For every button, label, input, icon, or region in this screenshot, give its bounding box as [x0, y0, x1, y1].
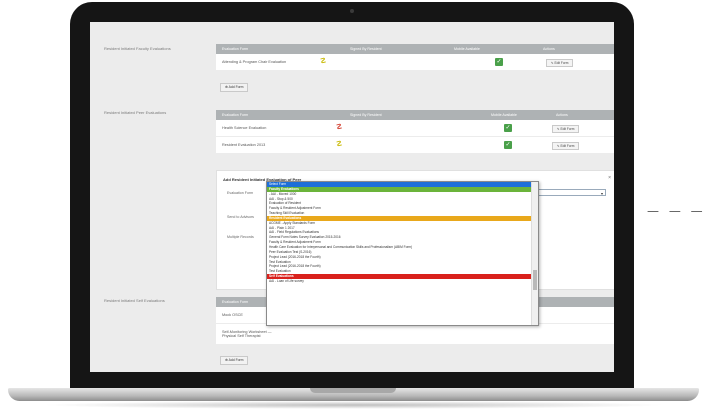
mobile-check-icon[interactable]: ✓	[504, 124, 512, 132]
edit-form-button[interactable]: ✎ Edit Form	[552, 142, 580, 150]
row-form-name: Attending & Program Chair Evaluation	[222, 60, 287, 64]
edit-form-button[interactable]: ✎ Edit Form	[546, 59, 574, 67]
row-form-name: Self-Monitoring Worksheet — Physical Sel…	[222, 330, 272, 338]
multiple-records-label: Multiple Records	[227, 235, 254, 239]
dropdown-option[interactable]: AAI - Loan of Life survey	[267, 279, 538, 284]
laptop-notch	[310, 388, 396, 393]
signature-icon[interactable]: ☡	[336, 124, 342, 131]
row-form-name: Health Science Evaluation	[222, 126, 267, 130]
signature-icon[interactable]: ☡	[320, 58, 326, 65]
col-header-mobile: Mobile Available	[491, 113, 517, 117]
scrollbar-thumb[interactable]	[533, 270, 537, 290]
row-form-name: Mock OSCE	[222, 313, 243, 317]
table-header: Evaluation Form Signed By Resident Mobil…	[216, 44, 614, 54]
dropdown-scrollbar[interactable]	[531, 182, 538, 325]
evaluation-form-label: Evaluation Form	[227, 191, 254, 195]
table-header: Evaluation Form Signed By Resident Mobil…	[216, 110, 614, 120]
send-to-advisors-label: Send to Advisors	[227, 215, 254, 219]
laptop-shadow	[40, 401, 667, 409]
col-header-signed: Signed By Resident	[350, 47, 382, 51]
col-header-actions: Actions	[556, 113, 568, 117]
section-label-faculty: Resident Initiated Faculty Evaluations	[104, 46, 171, 51]
col-header-mobile: Mobile Available	[454, 47, 480, 51]
section-label-peer: Resident Initiated Peer Evaluations	[104, 110, 167, 115]
mobile-check-icon[interactable]: ✓	[504, 141, 512, 149]
col-header-form: Evaluation Form	[222, 113, 249, 117]
faculty-eval-table: Evaluation Form Signed By Resident Mobil…	[216, 44, 614, 71]
evaluation-form-dropdown[interactable]: Select Form Faculty Evaluations - AAI - Mo…	[266, 181, 539, 326]
laptop-base	[8, 388, 699, 401]
dropdown-options: Select Form Faculty Evaluations - AAI - Mo…	[267, 182, 538, 284]
edit-form-button[interactable]: ✎ Edit Form	[552, 125, 580, 133]
col-header-signed: Signed By Resident	[350, 113, 382, 117]
row-form-name: Resident Evaluation 2013	[222, 143, 266, 147]
table-row: Health Science Evaluation ☡ ✓ ✎ Edit For…	[216, 120, 614, 137]
col-header-form: Evaluation Form	[222, 300, 249, 304]
table-row: Self-Monitoring Worksheet — Physical Sel…	[216, 324, 614, 345]
col-header-actions: Actions	[543, 47, 555, 51]
col-header-form: Evaluation Form	[222, 47, 249, 51]
close-icon[interactable]: ×	[608, 175, 611, 181]
decorative-dashes: — — —	[647, 204, 706, 218]
peer-eval-table: Evaluation Form Signed By Resident Mobil…	[216, 110, 614, 154]
chevron-down-icon[interactable]: ▾	[601, 190, 603, 197]
add-self-form-button[interactable]: ⊕ Add Form	[220, 356, 249, 365]
add-faculty-form-button[interactable]: ⊕ Add Form	[220, 83, 249, 92]
signature-icon[interactable]: ☡	[336, 141, 342, 148]
camera-icon	[350, 9, 354, 13]
table-row: Resident Evaluation 2013 ☡ ✓ ✎ Edit Form	[216, 137, 614, 154]
table-row: Attending & Program Chair Evaluation ☡ ✓…	[216, 54, 614, 71]
section-label-self: Resident Initiated Self Evaluations	[104, 298, 165, 303]
mobile-check-icon[interactable]: ✓	[495, 58, 503, 66]
